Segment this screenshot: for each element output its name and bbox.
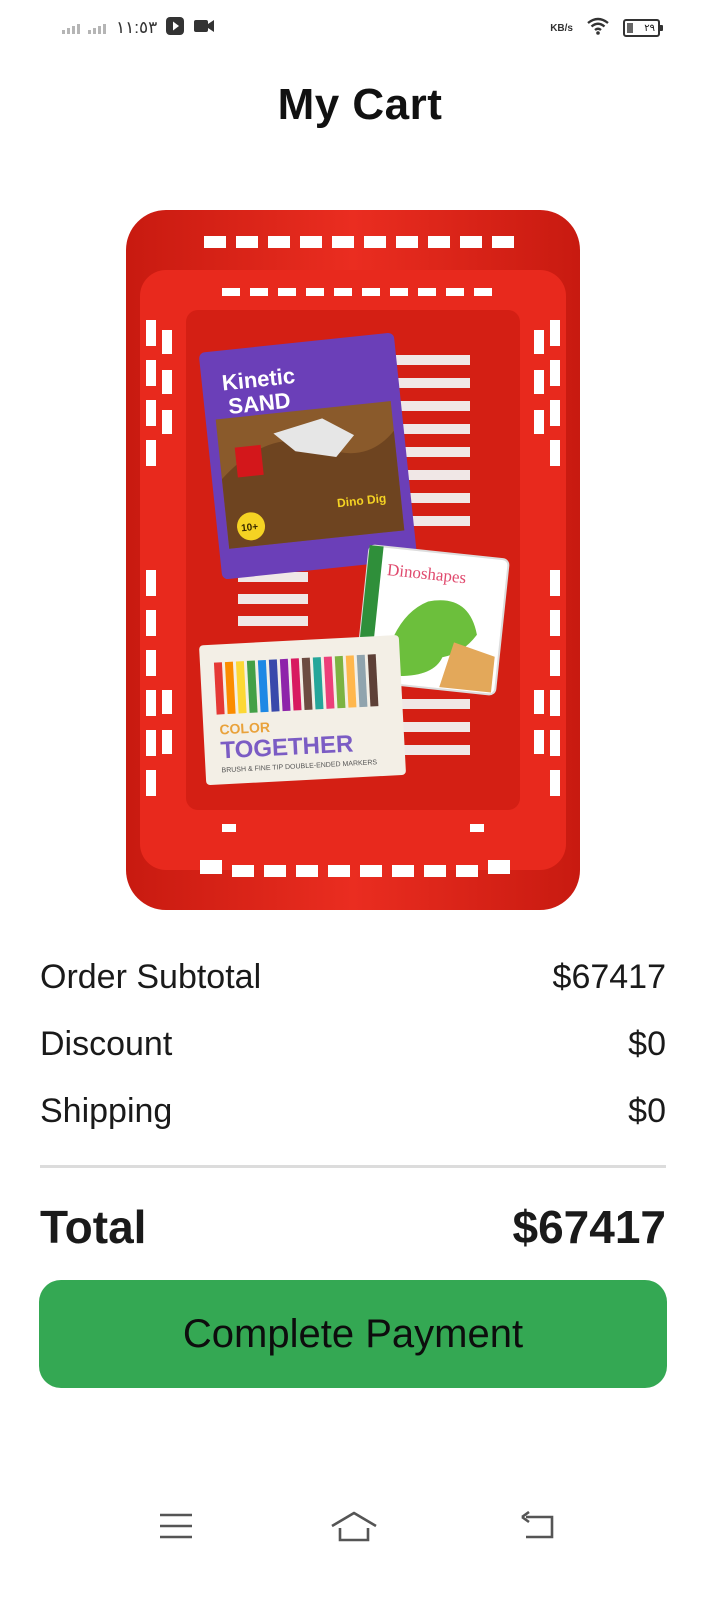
back-icon	[520, 1510, 556, 1546]
signal-icon	[88, 22, 106, 34]
shipping-label: Shipping	[40, 1092, 173, 1130]
status-right: KB/s ٢٩	[550, 14, 663, 42]
product-kinetic-sand: Kinetic SAND 10+ Dino Dig	[199, 332, 417, 580]
svg-text:10+: 10+	[241, 522, 259, 535]
back-button[interactable]	[508, 1500, 568, 1556]
wifi-icon	[587, 17, 609, 40]
clock: ١١:٥٣	[116, 18, 158, 37]
subtotal-row: Order Subtotal $67417	[40, 958, 666, 997]
total-row: Total $67417	[40, 1200, 666, 1254]
summary-divider	[40, 1165, 666, 1168]
status-bar: ١١:٥٣ KB/s ٢٩	[0, 0, 720, 56]
navigation-bar	[0, 1490, 720, 1570]
status-left: ١١:٥٣	[62, 14, 215, 42]
cart-basket-image: Kinetic SAND 10+ Dino Dig Dinoshapes COL…	[126, 210, 580, 910]
signal-icon	[62, 22, 80, 34]
battery-level: ٢٩	[644, 22, 655, 34]
total-label: Total	[40, 1201, 147, 1253]
product-color-together: COLOR TOGETHER BRUSH & FINE TIP DOUBLE-E…	[199, 635, 406, 786]
home-icon	[330, 1510, 378, 1547]
complete-payment-button[interactable]: Complete Payment	[39, 1280, 667, 1388]
network-speed: KB/s	[550, 22, 573, 34]
discount-label: Discount	[40, 1025, 173, 1063]
total-value: $67417	[512, 1201, 667, 1253]
home-button[interactable]	[324, 1500, 384, 1556]
menu-icon	[159, 1512, 193, 1545]
shipping-value: $0	[628, 1092, 666, 1130]
subtotal-label: Order Subtotal	[40, 958, 262, 996]
subtotal-value: $67417	[552, 958, 666, 996]
shipping-row: Shipping $0	[40, 1092, 666, 1131]
play-icon	[165, 16, 185, 41]
discount-value: $0	[628, 1025, 666, 1063]
discount-row: Discount $0	[40, 1025, 666, 1064]
menu-button[interactable]	[146, 1500, 206, 1556]
battery-icon: ٢٩	[623, 19, 663, 37]
video-camera-icon	[193, 18, 215, 39]
page-title: My Cart	[277, 80, 443, 129]
